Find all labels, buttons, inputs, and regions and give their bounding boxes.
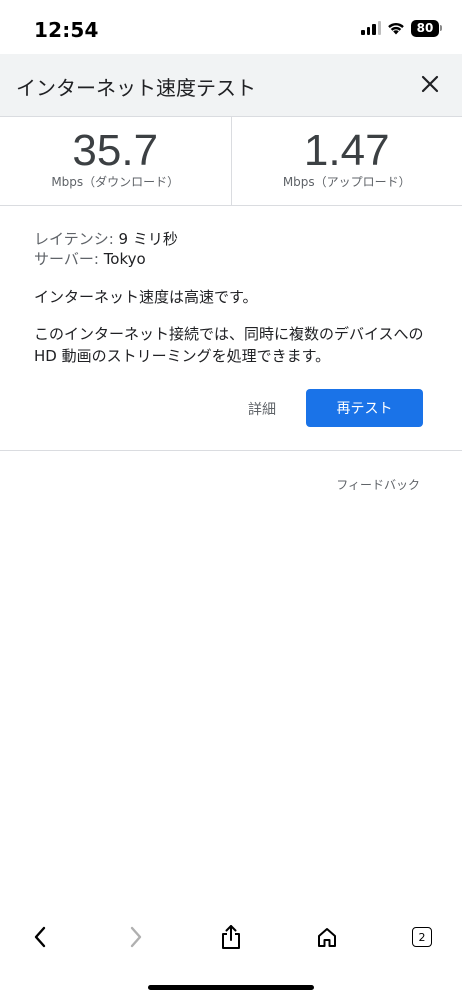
- speed-description: このインターネット接続では、同時に複数のデバイスへの HD 動画のストリーミング…: [34, 325, 424, 365]
- home-button[interactable]: [307, 917, 347, 957]
- status-bar: 12:54 80: [0, 0, 462, 54]
- cellular-signal-icon: [361, 21, 381, 35]
- retest-button[interactable]: 再テスト: [306, 389, 423, 427]
- status-time: 12:54: [34, 18, 99, 42]
- feedback-link[interactable]: フィードバック: [336, 476, 420, 493]
- speed-status-text: インターネット速度は高速です。: [34, 288, 258, 306]
- forward-icon: [130, 926, 141, 948]
- back-button[interactable]: [20, 917, 60, 957]
- browser-toolbar: 2: [0, 910, 462, 964]
- share-button[interactable]: [211, 917, 251, 957]
- upload-speed-label: Mbps（アップロード）: [282, 175, 411, 189]
- status-icons: 80: [361, 19, 442, 37]
- tabs-icon: 2: [412, 927, 432, 947]
- download-result: 35.7 Mbps（ダウンロード）: [0, 117, 231, 205]
- forward-button[interactable]: [116, 917, 156, 957]
- server-line: サーバー: Tokyo: [34, 249, 434, 269]
- download-speed-label: Mbps（ダウンロード）: [51, 175, 180, 189]
- speed-results: 35.7 Mbps（ダウンロード） 1.47 Mbps（アップロード）: [0, 117, 462, 206]
- wifi-icon: [388, 22, 404, 35]
- close-button[interactable]: [412, 66, 448, 102]
- result-details: レイテンシ: 9 ミリ秒 サーバー: Tokyo インターネット速度は高速です。…: [34, 229, 434, 367]
- server-label: サーバー:: [34, 250, 99, 268]
- latency-line: レイテンシ: 9 ミリ秒: [34, 229, 434, 249]
- upload-result: 1.47 Mbps（アップロード）: [230, 117, 462, 205]
- home-icon: [317, 928, 336, 947]
- details-link[interactable]: 詳細: [248, 399, 276, 419]
- speed-test-header: インターネット速度テスト: [0, 54, 462, 117]
- latency-value: 9 ミリ秒: [118, 230, 178, 248]
- back-icon: [34, 926, 46, 948]
- server-value: Tokyo: [103, 250, 146, 268]
- battery-icon: 80: [411, 19, 442, 37]
- upload-speed-value: 1.47: [303, 126, 390, 175]
- home-indicator: [148, 985, 314, 990]
- close-icon: [421, 75, 439, 93]
- download-speed-value: 35.7: [72, 126, 159, 175]
- divider: [0, 450, 462, 451]
- latency-label: レイテンシ:: [34, 230, 114, 248]
- tabs-button[interactable]: 2: [402, 917, 442, 957]
- page-title: インターネット速度テスト: [16, 76, 256, 100]
- share-icon: [222, 925, 240, 949]
- battery-level: 80: [411, 19, 439, 37]
- result-actions: 詳細 再テスト: [0, 388, 462, 428]
